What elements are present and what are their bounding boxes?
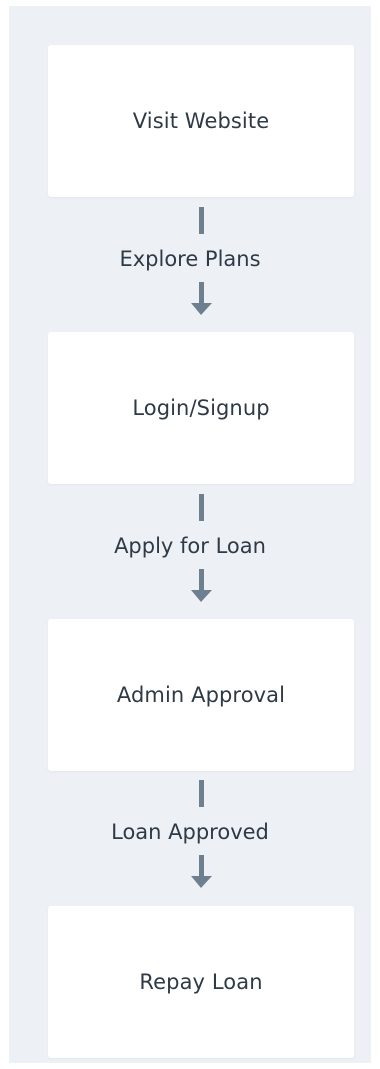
step-label: Admin Approval — [116, 683, 286, 707]
flowchart-panel: Visit Website Explore Plans Login/Signup… — [9, 6, 371, 1063]
arrow-down-icon — [191, 303, 212, 315]
step-visit-website: Visit Website — [48, 45, 354, 197]
transition-label: Loan Approved — [111, 820, 269, 844]
step-login-signup: Login/Signup — [48, 332, 354, 484]
connector-line — [199, 494, 204, 521]
connector-line — [199, 207, 204, 234]
connector-line — [199, 569, 204, 592]
arrow-down-icon — [191, 590, 212, 602]
transition-label: Explore Plans — [119, 247, 261, 271]
step-admin-approval: Admin Approval — [48, 619, 354, 771]
connector-explore-plans: Explore Plans — [9, 197, 371, 333]
connector-line — [199, 855, 204, 878]
step-repay-loan: Repay Loan — [48, 906, 354, 1058]
connector-line — [199, 780, 204, 807]
arrow-down-icon — [191, 876, 212, 888]
step-label: Repay Loan — [139, 970, 263, 994]
transition-label: Apply for Loan — [114, 534, 266, 558]
connector-loan-approved: Loan Approved — [9, 770, 371, 906]
connector-line — [199, 282, 204, 305]
step-label: Login/Signup — [132, 396, 270, 420]
step-label: Visit Website — [132, 109, 270, 133]
connector-apply-for-loan: Apply for Loan — [9, 484, 371, 620]
